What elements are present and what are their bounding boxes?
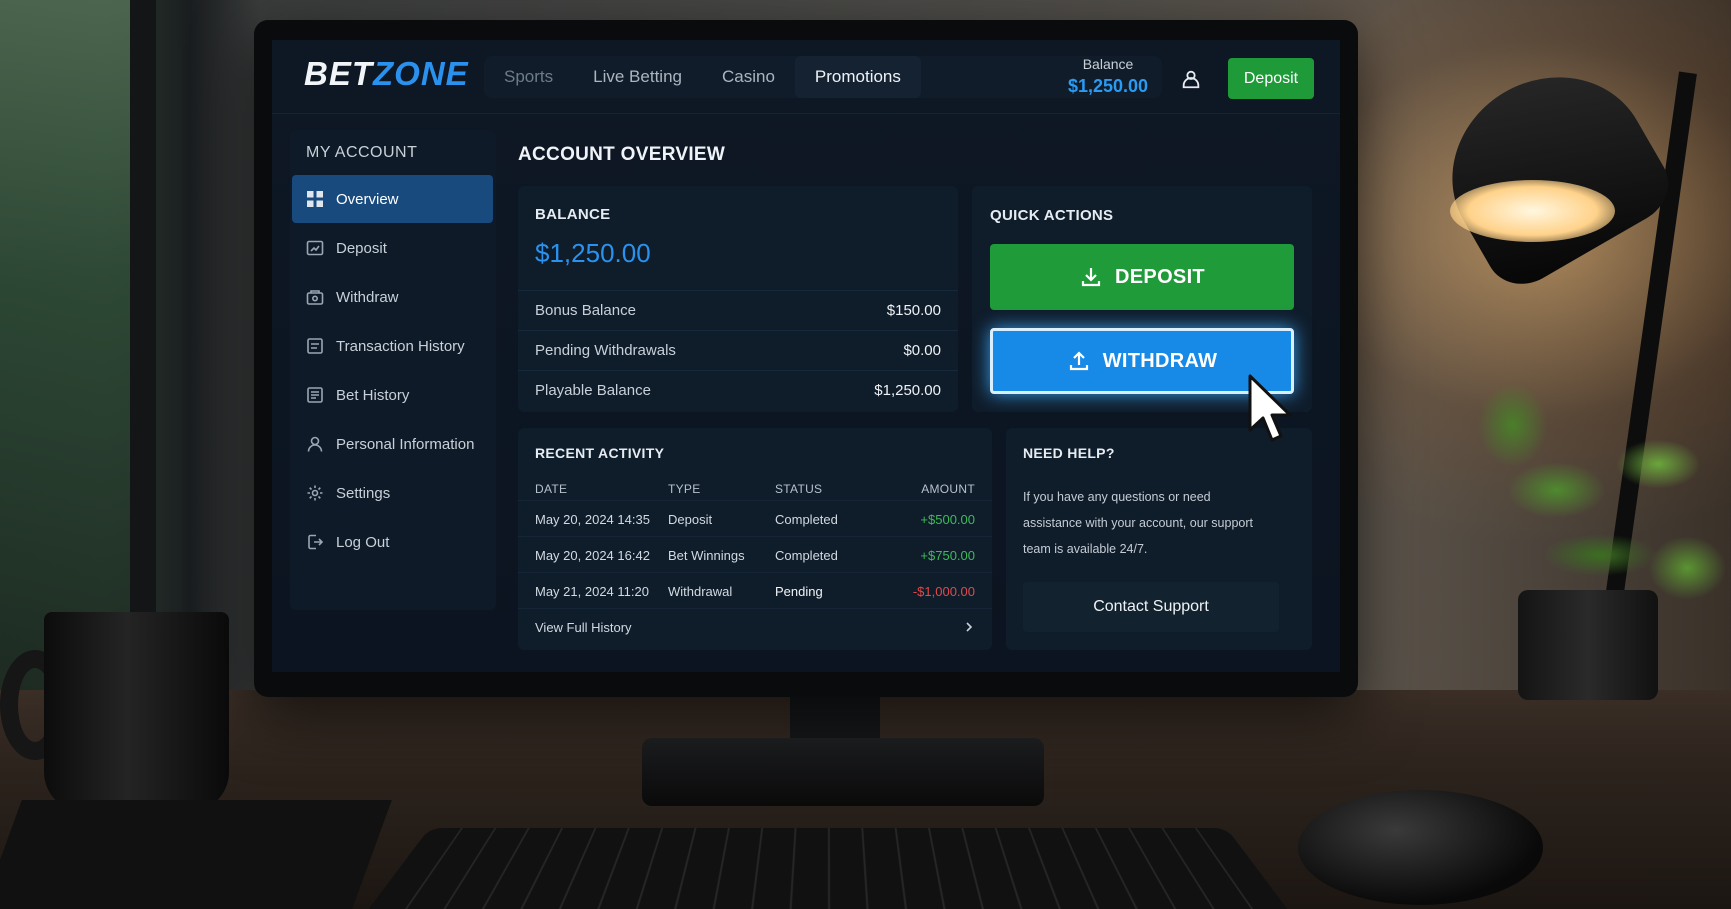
balance-row-value: $1,250.00 <box>874 382 941 399</box>
app-screen: BETZONE Sports Live Betting Casino Promo… <box>272 40 1340 672</box>
balance-card-title: BALANCE <box>535 206 611 223</box>
cell-date: May 21, 2024 11:20 <box>535 584 649 599</box>
sidebar-item-personal-information[interactable]: Personal Information <box>292 420 493 468</box>
balance-row-value: $0.00 <box>903 342 941 359</box>
cash-icon <box>306 290 324 305</box>
sidebar-title: MY ACCOUNT <box>306 144 418 161</box>
header-deposit-button[interactable]: Deposit <box>1228 58 1314 99</box>
upload-icon <box>1069 351 1088 371</box>
sidebar-item-label: Settings <box>336 484 391 502</box>
table-row[interactable]: May 21, 2024 11:20 Withdrawal Pending -$… <box>518 572 992 608</box>
need-help-title: NEED HELP? <box>1023 445 1115 461</box>
top-navigation-bar: BETZONE Sports Live Betting Casino Promo… <box>272 40 1340 114</box>
potted-plant <box>1440 360 1731 620</box>
person-icon <box>307 436 323 452</box>
quick-deposit-button[interactable]: DEPOSIT <box>990 244 1294 310</box>
view-full-history-label: View Full History <box>535 620 632 635</box>
sidebar-item-deposit[interactable]: Deposit <box>292 224 493 272</box>
sidebar-item-withdraw[interactable]: Withdraw <box>292 273 493 321</box>
need-help-card: NEED HELP? If you have any questions or … <box>1006 428 1312 650</box>
user-icon[interactable] <box>1180 68 1202 90</box>
nav-live-betting[interactable]: Live Betting <box>573 56 702 98</box>
column-header-date: DATE <box>535 482 568 496</box>
header-balance: Balance $1,250.00 <box>1050 56 1166 97</box>
contact-support-button[interactable]: Contact Support <box>1023 582 1279 632</box>
sidebar-item-label: Bet History <box>336 386 410 404</box>
need-help-text: If you have any questions or need assist… <box>1023 490 1253 556</box>
keyboard <box>361 828 1295 909</box>
computer-mouse <box>1298 790 1543 905</box>
recent-activity-title: RECENT ACTIVITY <box>535 445 665 461</box>
gear-icon <box>307 485 323 501</box>
sidebar-item-overview[interactable]: Overview <box>292 175 493 223</box>
list-icon <box>307 338 323 354</box>
desk-lamp <box>1418 42 1682 298</box>
cell-date: May 20, 2024 14:35 <box>535 512 650 527</box>
table-row[interactable]: May 20, 2024 16:42 Bet Winnings Complete… <box>518 536 992 572</box>
download-icon <box>1081 268 1101 287</box>
grid-icon <box>307 191 323 207</box>
cell-date: May 20, 2024 16:42 <box>535 548 650 563</box>
cell-type: Withdrawal <box>668 584 733 599</box>
view-full-history-link[interactable]: View Full History <box>518 608 992 644</box>
sidebar-item-label: Withdraw <box>336 288 399 306</box>
balance-row-bonus: Bonus Balance $150.00 <box>518 290 958 330</box>
header-balance-value: $1,250.00 <box>1067 76 1149 96</box>
cell-status: Pending <box>775 584 823 599</box>
sidebar-item-bet-history[interactable]: Bet History <box>292 371 493 419</box>
chevron-right-icon <box>966 622 973 632</box>
sidebar-item-label: Log Out <box>336 533 390 551</box>
nav-promotions[interactable]: Promotions <box>794 56 921 98</box>
sidebar-item-transaction-history[interactable]: Transaction History <box>292 322 493 370</box>
cell-status: Completed <box>775 548 838 563</box>
plant-pot <box>1518 590 1658 700</box>
header-balance-label: Balance <box>1082 56 1134 72</box>
cell-type: Deposit <box>668 512 713 527</box>
balance-row-value: $150.00 <box>886 302 941 319</box>
quick-deposit-label: DEPOSIT <box>1115 265 1205 288</box>
balance-amount: $1,250.00 <box>535 238 651 268</box>
cell-type: Bet Winnings <box>668 548 745 563</box>
page-title: ACCOUNT OVERVIEW <box>518 144 726 165</box>
cell-amount: +$500.00 <box>920 512 975 527</box>
balance-row-playable: Playable Balance $1,250.00 <box>518 370 958 410</box>
balance-row-label: Playable Balance <box>535 382 651 399</box>
quick-actions-title: QUICK ACTIONS <box>990 207 1114 224</box>
receipt-icon <box>307 387 323 403</box>
coffee-mug <box>44 612 229 812</box>
balance-row-label: Pending Withdrawals <box>535 342 676 359</box>
lamp-bulb-glow <box>1450 180 1615 242</box>
cell-amount: -$1,000.00 <box>912 584 975 599</box>
wallet-icon <box>306 240 324 256</box>
logout-icon <box>308 534 324 550</box>
cell-amount: +$750.00 <box>920 548 975 563</box>
balance-card: BALANCE $1,250.00 Bonus Balance $150.00 … <box>518 186 958 412</box>
sidebar-item-label: Deposit <box>336 239 387 257</box>
nav-casino[interactable]: Casino <box>702 56 795 98</box>
monitor-base <box>642 738 1044 806</box>
notebook <box>0 800 392 909</box>
window-background <box>0 0 140 700</box>
recent-activity-card: RECENT ACTIVITY DATE TYPE STATUS AMOUNT … <box>518 428 992 650</box>
balance-row-label: Bonus Balance <box>535 302 636 319</box>
sidebar-item-log-out[interactable]: Log Out <box>292 518 493 566</box>
column-header-type: TYPE <box>668 482 701 496</box>
sidebar-item-label: Personal Information <box>336 435 475 453</box>
sidebar-item-label: Overview <box>336 190 399 208</box>
sidebar-item-settings[interactable]: Settings <box>292 469 493 517</box>
betzone-logo[interactable]: BETZONE <box>304 55 469 93</box>
nav-sports[interactable]: Sports <box>484 56 573 98</box>
balance-row-pending: Pending Withdrawals $0.00 <box>518 330 958 370</box>
column-header-status: STATUS <box>775 482 823 496</box>
quick-withdraw-label: WITHDRAW <box>1102 349 1218 372</box>
sidebar-item-label: Transaction History <box>336 337 465 355</box>
table-row[interactable]: May 20, 2024 14:35 Deposit Completed +$5… <box>518 500 992 536</box>
column-header-amount: AMOUNT <box>921 482 975 496</box>
mouse-pointer-icon <box>1248 374 1292 442</box>
cell-status: Completed <box>775 512 838 527</box>
